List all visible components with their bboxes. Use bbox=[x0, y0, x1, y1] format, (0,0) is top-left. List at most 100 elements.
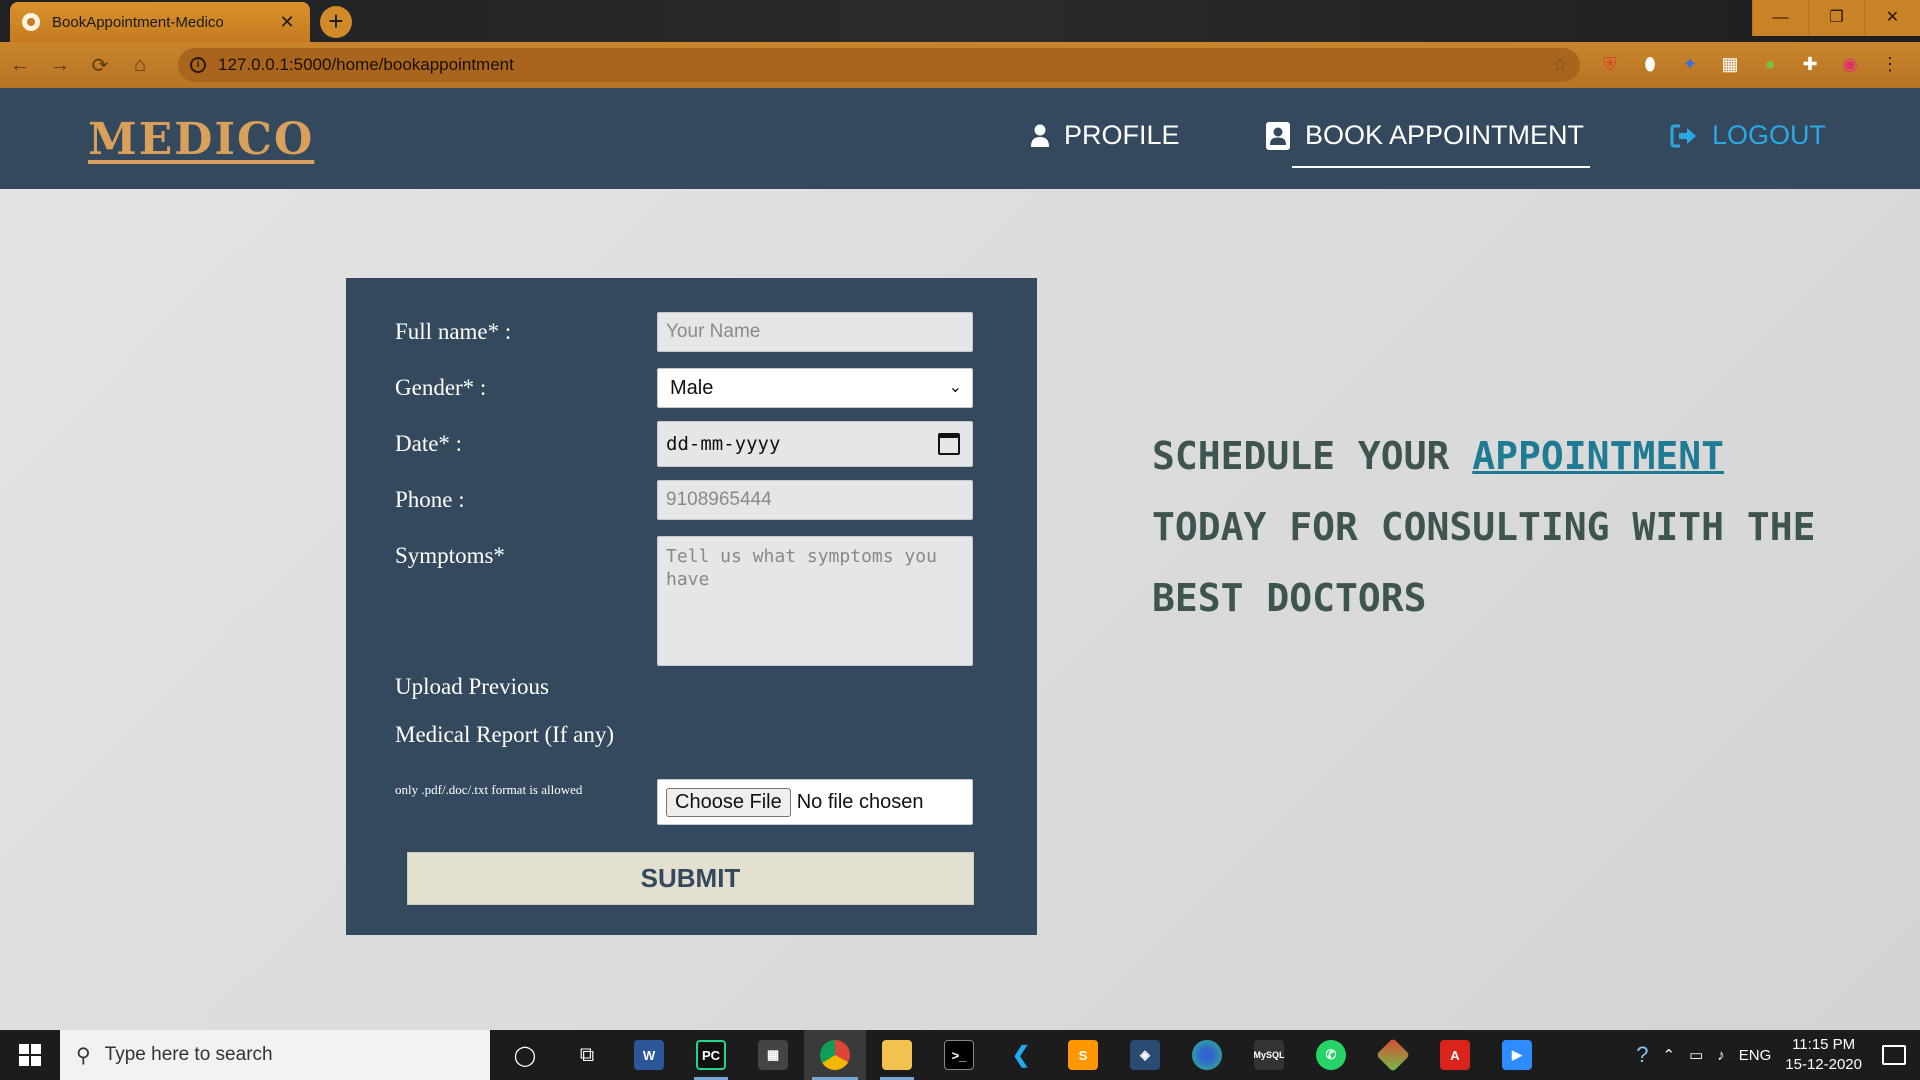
browser-toolbar: ← → ⟳ ⌂ i 127.0.0.1:5000/home/bookappoin… bbox=[0, 42, 1920, 88]
phone-label: Phone : bbox=[395, 487, 465, 512]
nav-logout[interactable]: LOGOUT bbox=[1670, 120, 1826, 151]
upload-label-line1: Upload Previous bbox=[395, 674, 549, 699]
symptoms-textarea[interactable]: Tell us what symptoms you have bbox=[657, 536, 973, 666]
terminal-icon[interactable]: >_ bbox=[928, 1030, 990, 1080]
whatsapp-icon[interactable]: ✆ bbox=[1300, 1030, 1362, 1080]
capsule-extension-icon[interactable]: ⬮ bbox=[1636, 50, 1664, 78]
extension-icons: ⛨ ⬮ ✦ ▦ ● ✚ ◉ ⋮ bbox=[1596, 50, 1904, 78]
file-upload-input[interactable]: Choose File No file chosen bbox=[657, 779, 973, 825]
browser-titlebar: BookAppointment-Medico ✕ + — ❐ ✕ bbox=[0, 0, 1920, 42]
file-explorer-icon[interactable] bbox=[866, 1030, 928, 1080]
back-icon[interactable]: ← bbox=[0, 54, 40, 77]
logout-icon bbox=[1670, 124, 1696, 147]
puzzle-extension-icon[interactable]: ✚ bbox=[1796, 50, 1824, 78]
chrome-icon[interactable] bbox=[804, 1030, 866, 1080]
date-placeholder: dd-mm-yyyy bbox=[666, 433, 781, 455]
bookmark-star-icon[interactable]: ☆ bbox=[1552, 55, 1568, 76]
restore-button[interactable]: ❐ bbox=[1808, 0, 1864, 36]
volume-icon[interactable]: ♪ bbox=[1717, 1047, 1725, 1064]
window-controls: — ❐ ✕ bbox=[1752, 0, 1920, 36]
show-hidden-icons-icon[interactable]: ⌃ bbox=[1662, 1046, 1675, 1064]
clock-date: 15-12-2020 bbox=[1785, 1056, 1862, 1073]
start-button[interactable] bbox=[0, 1030, 60, 1080]
sublime-icon[interactable]: S bbox=[1052, 1030, 1114, 1080]
no-file-text: No file chosen bbox=[796, 790, 924, 813]
forward-icon[interactable]: → bbox=[40, 54, 80, 77]
profile-avatar-icon[interactable]: ◉ bbox=[1836, 50, 1864, 78]
reload-icon[interactable]: ⟳ bbox=[80, 53, 120, 78]
date-input[interactable]: dd-mm-yyyy bbox=[657, 421, 973, 467]
site-logo[interactable]: MEDICO bbox=[88, 114, 314, 165]
user-icon bbox=[1031, 124, 1049, 147]
windows-logo-icon bbox=[19, 1044, 41, 1066]
tab-close-icon[interactable]: ✕ bbox=[276, 12, 298, 33]
pycharm-icon[interactable]: PC bbox=[680, 1030, 742, 1080]
battery-icon[interactable]: ▭ bbox=[1689, 1046, 1703, 1064]
tab-title: BookAppointment-Medico bbox=[52, 13, 224, 31]
close-window-button[interactable]: ✕ bbox=[1864, 0, 1920, 36]
taskbar-apps: ◯ ⧉ W PC ▦ >_ ❮ S ◈ MySQL ✆ A ▶ bbox=[494, 1030, 1548, 1080]
cortana-icon[interactable]: ◯ bbox=[494, 1030, 556, 1080]
system-tray: ? ⌃ ▭ ♪ ENG 11:15 PM 15-12-2020 bbox=[1636, 1030, 1920, 1080]
gender-select[interactable]: Male ⌄ bbox=[657, 368, 973, 408]
taskbar-search[interactable]: ⚲ Type here to search bbox=[60, 1030, 490, 1080]
gender-label: Gender* : bbox=[395, 375, 487, 400]
full-name-input[interactable]: Your Name bbox=[657, 312, 973, 352]
notification-icon[interactable] bbox=[1882, 1045, 1906, 1065]
upload-format-note: only .pdf/.doc/.txt format is allowed bbox=[395, 782, 583, 797]
language-indicator[interactable]: ENG bbox=[1739, 1047, 1772, 1064]
search-placeholder: Type here to search bbox=[104, 1044, 273, 1065]
word-icon[interactable]: W bbox=[618, 1030, 680, 1080]
menu-kebab-icon[interactable]: ⋮ bbox=[1876, 50, 1904, 78]
clock[interactable]: 11:15 PM 15-12-2020 bbox=[1785, 1035, 1862, 1075]
clock-time: 11:15 PM bbox=[1792, 1036, 1856, 1053]
choose-file-button[interactable]: Choose File bbox=[666, 787, 791, 817]
submit-button[interactable]: SUBMIT bbox=[407, 852, 974, 905]
flag-extension-icon[interactable]: ▦ bbox=[1716, 50, 1744, 78]
tagline-after: TODAY FOR CONSULTING WITH THE BEST DOCTO… bbox=[1152, 505, 1816, 620]
calendar-icon[interactable] bbox=[938, 433, 960, 455]
nav-book-appointment[interactable]: BOOK APPOINTMENT bbox=[1265, 120, 1584, 151]
edge-icon[interactable] bbox=[1176, 1030, 1238, 1080]
site-info-icon[interactable]: i bbox=[190, 57, 206, 73]
vscode-icon[interactable]: ❮ bbox=[990, 1030, 1052, 1080]
task-view-icon[interactable]: ⧉ bbox=[556, 1030, 618, 1080]
site-header: MEDICO PROFILE BOOK APPOINTMENT LOGOUT bbox=[0, 88, 1920, 189]
search-icon: ⚲ bbox=[76, 1044, 91, 1067]
green-extension-icon[interactable]: ● bbox=[1756, 50, 1784, 78]
help-icon[interactable]: ? bbox=[1636, 1042, 1648, 1068]
tagline-before: SCHEDULE YOUR bbox=[1152, 434, 1473, 478]
appointment-form: Full name* : Your Name Gender* : Male ⌄ … bbox=[346, 278, 1037, 935]
nav-profile[interactable]: PROFILE bbox=[1030, 120, 1180, 151]
site-favicon-icon bbox=[22, 13, 40, 31]
shield-extension-icon[interactable]: ⛨ bbox=[1596, 50, 1624, 78]
upload-label-line2: Medical Report (If any) bbox=[395, 722, 615, 747]
calculator-icon[interactable]: ▦ bbox=[742, 1030, 804, 1080]
chevron-down-icon: ⌄ bbox=[948, 379, 962, 396]
phone-input[interactable]: 9108965444 bbox=[657, 480, 973, 520]
new-tab-button[interactable]: + bbox=[320, 6, 352, 38]
full-name-label: Full name* : bbox=[395, 319, 512, 344]
browser-tab[interactable]: BookAppointment-Medico ✕ bbox=[10, 2, 310, 42]
address-bar[interactable]: i 127.0.0.1:5000/home/bookappointment ☆ bbox=[178, 48, 1580, 82]
home-icon[interactable]: ⌂ bbox=[120, 54, 160, 77]
nav-logout-label: LOGOUT bbox=[1712, 120, 1827, 150]
active-nav-underline bbox=[1292, 166, 1590, 168]
git-icon[interactable] bbox=[1362, 1030, 1424, 1080]
mysql-workbench-icon[interactable]: ◈ bbox=[1114, 1030, 1176, 1080]
symptoms-label: Symptoms* bbox=[395, 543, 505, 568]
mysql-icon[interactable]: MySQL bbox=[1238, 1030, 1300, 1080]
tagline: SCHEDULE YOUR APPOINTMENT TODAY FOR CONS… bbox=[1152, 421, 1852, 634]
main-content: Full name* : Your Name Gender* : Male ⌄ … bbox=[0, 189, 1920, 1030]
contact-card-icon bbox=[1266, 121, 1290, 150]
nav-book-label: BOOK APPOINTMENT bbox=[1305, 120, 1585, 150]
minimize-button[interactable]: — bbox=[1752, 0, 1808, 36]
windows-taskbar: ⚲ Type here to search ◯ ⧉ W PC ▦ >_ ❮ S … bbox=[0, 1030, 1920, 1080]
url-text: 127.0.0.1:5000/home/bookappointment bbox=[218, 55, 514, 74]
gender-value: Male bbox=[670, 377, 714, 399]
nav-profile-label: PROFILE bbox=[1064, 120, 1180, 150]
grammar-extension-icon[interactable]: ✦ bbox=[1676, 50, 1704, 78]
tagline-highlight: APPOINTMENT bbox=[1472, 434, 1724, 478]
acrobat-icon[interactable]: A bbox=[1424, 1030, 1486, 1080]
zoom-icon[interactable]: ▶ bbox=[1486, 1030, 1548, 1080]
